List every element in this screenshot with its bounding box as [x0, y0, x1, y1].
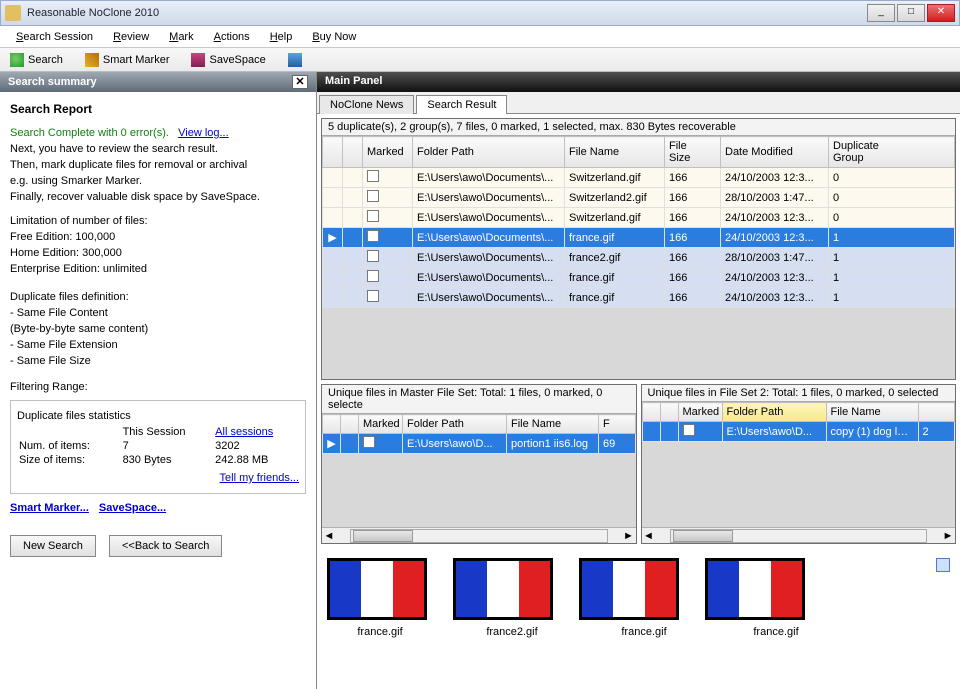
all-sessions-link[interactable]: All sessions: [215, 426, 273, 438]
toolbar-extra[interactable]: [284, 51, 306, 69]
col-marked[interactable]: Marked: [363, 137, 413, 168]
main-panel: Main Panel NoClone News Search Result 5 …: [317, 72, 960, 689]
checkbox[interactable]: [363, 436, 375, 448]
tab-search-result[interactable]: Search Result: [416, 95, 507, 114]
table-row[interactable]: E:\Users\awo\Documents\...Switzerland.gi…: [323, 208, 955, 228]
unique-set2-grid: Unique files in File Set 2: Total: 1 fil…: [641, 384, 957, 544]
table-row[interactable]: ▶E:\Users\awo\Documents\...france.gif166…: [323, 228, 955, 248]
checkbox[interactable]: [367, 290, 379, 302]
view-log-link[interactable]: View log...: [178, 127, 229, 139]
table-row[interactable]: E:\Users\awo\Documents\...france.gif1662…: [323, 268, 955, 288]
tab-noclone-news[interactable]: NoClone News: [319, 95, 414, 114]
checkbox[interactable]: [683, 424, 695, 436]
checkbox[interactable]: [367, 210, 379, 222]
thumbnail[interactable]: [453, 558, 553, 620]
back-to-search-button[interactable]: <<Back to Search: [109, 535, 222, 557]
thumbnail[interactable]: [327, 558, 427, 620]
col-group[interactable]: DuplicateGroup: [829, 137, 955, 168]
duplicates-caption: 5 duplicate(s), 2 group(s), 7 files, 0 m…: [322, 119, 955, 136]
thumb-caption: france2.gif: [459, 626, 565, 638]
col-date[interactable]: Date Modified: [721, 137, 829, 168]
duplicates-grid: 5 duplicate(s), 2 group(s), 7 files, 0 m…: [321, 118, 956, 380]
marker-icon: [85, 53, 99, 67]
minimize-button[interactable]: _: [867, 4, 895, 22]
menu-bar: Search Session Review Mark Actions Help …: [0, 26, 960, 48]
close-button[interactable]: ✕: [927, 4, 955, 22]
thumb-caption: france.gif: [591, 626, 697, 638]
checkbox[interactable]: [367, 190, 379, 202]
thumb-caption: france.gif: [723, 626, 829, 638]
search-icon: [10, 53, 24, 67]
savespace-link[interactable]: SaveSpace...: [99, 502, 166, 514]
unique-master-grid: Unique files in Master File Set: Total: …: [321, 384, 637, 544]
scrollbar[interactable]: ◄►: [322, 527, 636, 543]
col-size[interactable]: FileSize: [665, 137, 721, 168]
thumb-caption: france.gif: [327, 626, 433, 638]
checkbox[interactable]: [367, 270, 379, 282]
smart-marker-link[interactable]: Smart Marker...: [10, 502, 89, 514]
thumbnail[interactable]: [579, 558, 679, 620]
window-title: Reasonable NoClone 2010: [27, 7, 867, 19]
maximize-button[interactable]: □: [897, 4, 925, 22]
menu-mark[interactable]: Mark: [159, 28, 203, 46]
menu-search-session[interactable]: Search Session: [6, 28, 103, 46]
unique-row[interactable]: ▶ E:\Users\awo\D... portion1 iis6.log 69: [323, 434, 636, 454]
col-chk[interactable]: [343, 137, 363, 168]
main-header: Main Panel: [317, 72, 960, 92]
unique-row[interactable]: E:\Users\awo\D... copy (1) dog loos... 2: [642, 422, 955, 442]
checkbox[interactable]: [367, 170, 379, 182]
thumbnail-row: [321, 548, 956, 620]
col-folder[interactable]: Folder Path: [413, 137, 565, 168]
sidebar-header: Search summary ✕: [0, 72, 316, 92]
extra-icon: [288, 53, 302, 67]
checkbox[interactable]: [367, 230, 379, 242]
app-icon: [5, 5, 21, 21]
table-row[interactable]: E:\Users\awo\Documents\...Switzerland2.g…: [323, 188, 955, 208]
thumbnail[interactable]: [705, 558, 805, 620]
new-search-button[interactable]: New Search: [10, 535, 96, 557]
col-file[interactable]: File Name: [565, 137, 665, 168]
report-title: Search Report: [10, 102, 306, 116]
menu-buy-now[interactable]: Buy Now: [302, 28, 366, 46]
menu-actions[interactable]: Actions: [204, 28, 260, 46]
tell-friends-link[interactable]: Tell my friends...: [220, 472, 299, 484]
toolbar-savespace[interactable]: SaveSpace: [187, 51, 269, 69]
table-row[interactable]: E:\Users\awo\Documents\...Switzerland.gi…: [323, 168, 955, 188]
unique-master-caption: Unique files in Master File Set: Total: …: [322, 385, 636, 414]
sidebar: Search summary ✕ Search Report Search Co…: [0, 72, 317, 689]
tab-bar: NoClone News Search Result: [317, 92, 960, 114]
checkbox[interactable]: [367, 250, 379, 262]
table-row[interactable]: E:\Users\awo\Documents\...france.gif1662…: [323, 288, 955, 308]
col-ptr[interactable]: [323, 137, 343, 168]
menu-help[interactable]: Help: [260, 28, 303, 46]
sidebar-close[interactable]: ✕: [292, 75, 308, 89]
stats-box: Duplicate files statistics This SessionA…: [10, 400, 306, 494]
toolbar: Search Smart Marker SaveSpace: [0, 48, 960, 72]
scrollbar[interactable]: ◄►: [642, 527, 956, 543]
save-icon[interactable]: [936, 558, 950, 572]
complete-status: Search Complete with 0 error(s).: [10, 127, 169, 139]
savespace-icon: [191, 53, 205, 67]
menu-review[interactable]: Review: [103, 28, 159, 46]
table-row[interactable]: E:\Users\awo\Documents\...france2.gif166…: [323, 248, 955, 268]
unique-set2-caption: Unique files in File Set 2: Total: 1 fil…: [642, 385, 956, 402]
toolbar-smart-marker[interactable]: Smart Marker: [81, 51, 174, 69]
toolbar-search[interactable]: Search: [6, 51, 67, 69]
window-titlebar: Reasonable NoClone 2010 _ □ ✕: [0, 0, 960, 26]
